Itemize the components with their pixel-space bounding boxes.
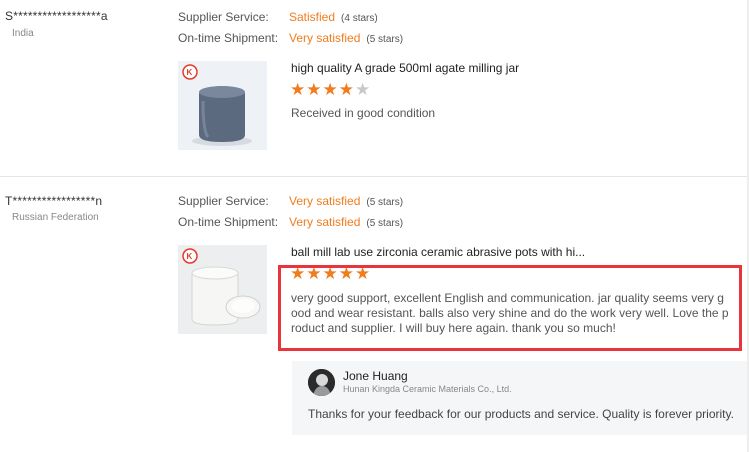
agate-jar-image: K xyxy=(178,61,267,150)
supplier-service-label: Supplier Service: xyxy=(178,10,269,24)
brand-logo-icon: K xyxy=(182,248,198,264)
review-card: S******************a India Supplier Serv… xyxy=(0,0,749,177)
product-thumbnail[interactable]: K xyxy=(178,245,267,334)
ontime-shipment-stars-text: (5 stars) xyxy=(366,218,404,229)
star-icon: ★ xyxy=(338,80,354,99)
reply-company-name: Hunan Kingda Ceramic Materials Co., Ltd. xyxy=(343,384,512,394)
svg-text:K: K xyxy=(187,252,193,261)
rating-stars: ★★★★★ xyxy=(290,80,371,99)
supplier-service-value: Satisfied xyxy=(289,10,336,24)
supplier-service-rating: Satisfied (4 stars) xyxy=(289,10,378,24)
ontime-shipment-label: On-time Shipment: xyxy=(178,215,279,229)
reviewer-name: S******************a xyxy=(5,9,108,23)
product-title-link[interactable]: ball mill lab use zirconia ceramic abras… xyxy=(291,245,585,259)
reply-text: Thanks for your feedback for our product… xyxy=(308,407,734,421)
reviewer-name: T*****************n xyxy=(5,194,103,208)
product-thumbnail[interactable]: K xyxy=(178,61,267,150)
star-icon: ★ xyxy=(355,80,371,99)
reviewer-country: India xyxy=(12,28,34,39)
star-icon: ★ xyxy=(306,80,322,99)
product-title-link[interactable]: high quality A grade 500ml agate milling… xyxy=(291,61,519,75)
reviewer-country: Russian Federation xyxy=(12,212,99,223)
supplier-reply: Jone Huang Hunan Kingda Ceramic Material… xyxy=(292,361,749,435)
supplier-service-stars-text: (5 stars) xyxy=(366,197,404,208)
avatar-icon xyxy=(308,369,335,396)
brand-logo-icon: K xyxy=(182,64,198,80)
svg-text:K: K xyxy=(187,68,193,77)
review-text: Received in good condition xyxy=(291,106,435,121)
zirconia-pot-image: K xyxy=(178,245,267,334)
star-icon: ★ xyxy=(322,80,338,99)
ontime-shipment-label: On-time Shipment: xyxy=(178,31,279,45)
star-icon: ★ xyxy=(290,80,306,99)
supplier-service-stars-text: (4 stars) xyxy=(341,13,378,24)
review-text-line: Received in good condition xyxy=(291,106,436,120)
highlight-box xyxy=(278,265,742,351)
ontime-shipment-rating: Very satisfied (5 stars) xyxy=(289,31,403,45)
ontime-shipment-rating: Very satisfied (5 stars) xyxy=(289,215,403,229)
supplier-service-value: Very satisfied xyxy=(289,194,361,208)
supplier-service-rating: Very satisfied (5 stars) xyxy=(289,194,403,208)
ontime-shipment-value: Very satisfied xyxy=(289,215,361,229)
ontime-shipment-stars-text: (5 stars) xyxy=(366,34,404,45)
ontime-shipment-value: Very satisfied xyxy=(289,31,361,45)
supplier-service-label: Supplier Service: xyxy=(178,194,269,208)
reply-author-name: Jone Huang xyxy=(343,369,408,383)
